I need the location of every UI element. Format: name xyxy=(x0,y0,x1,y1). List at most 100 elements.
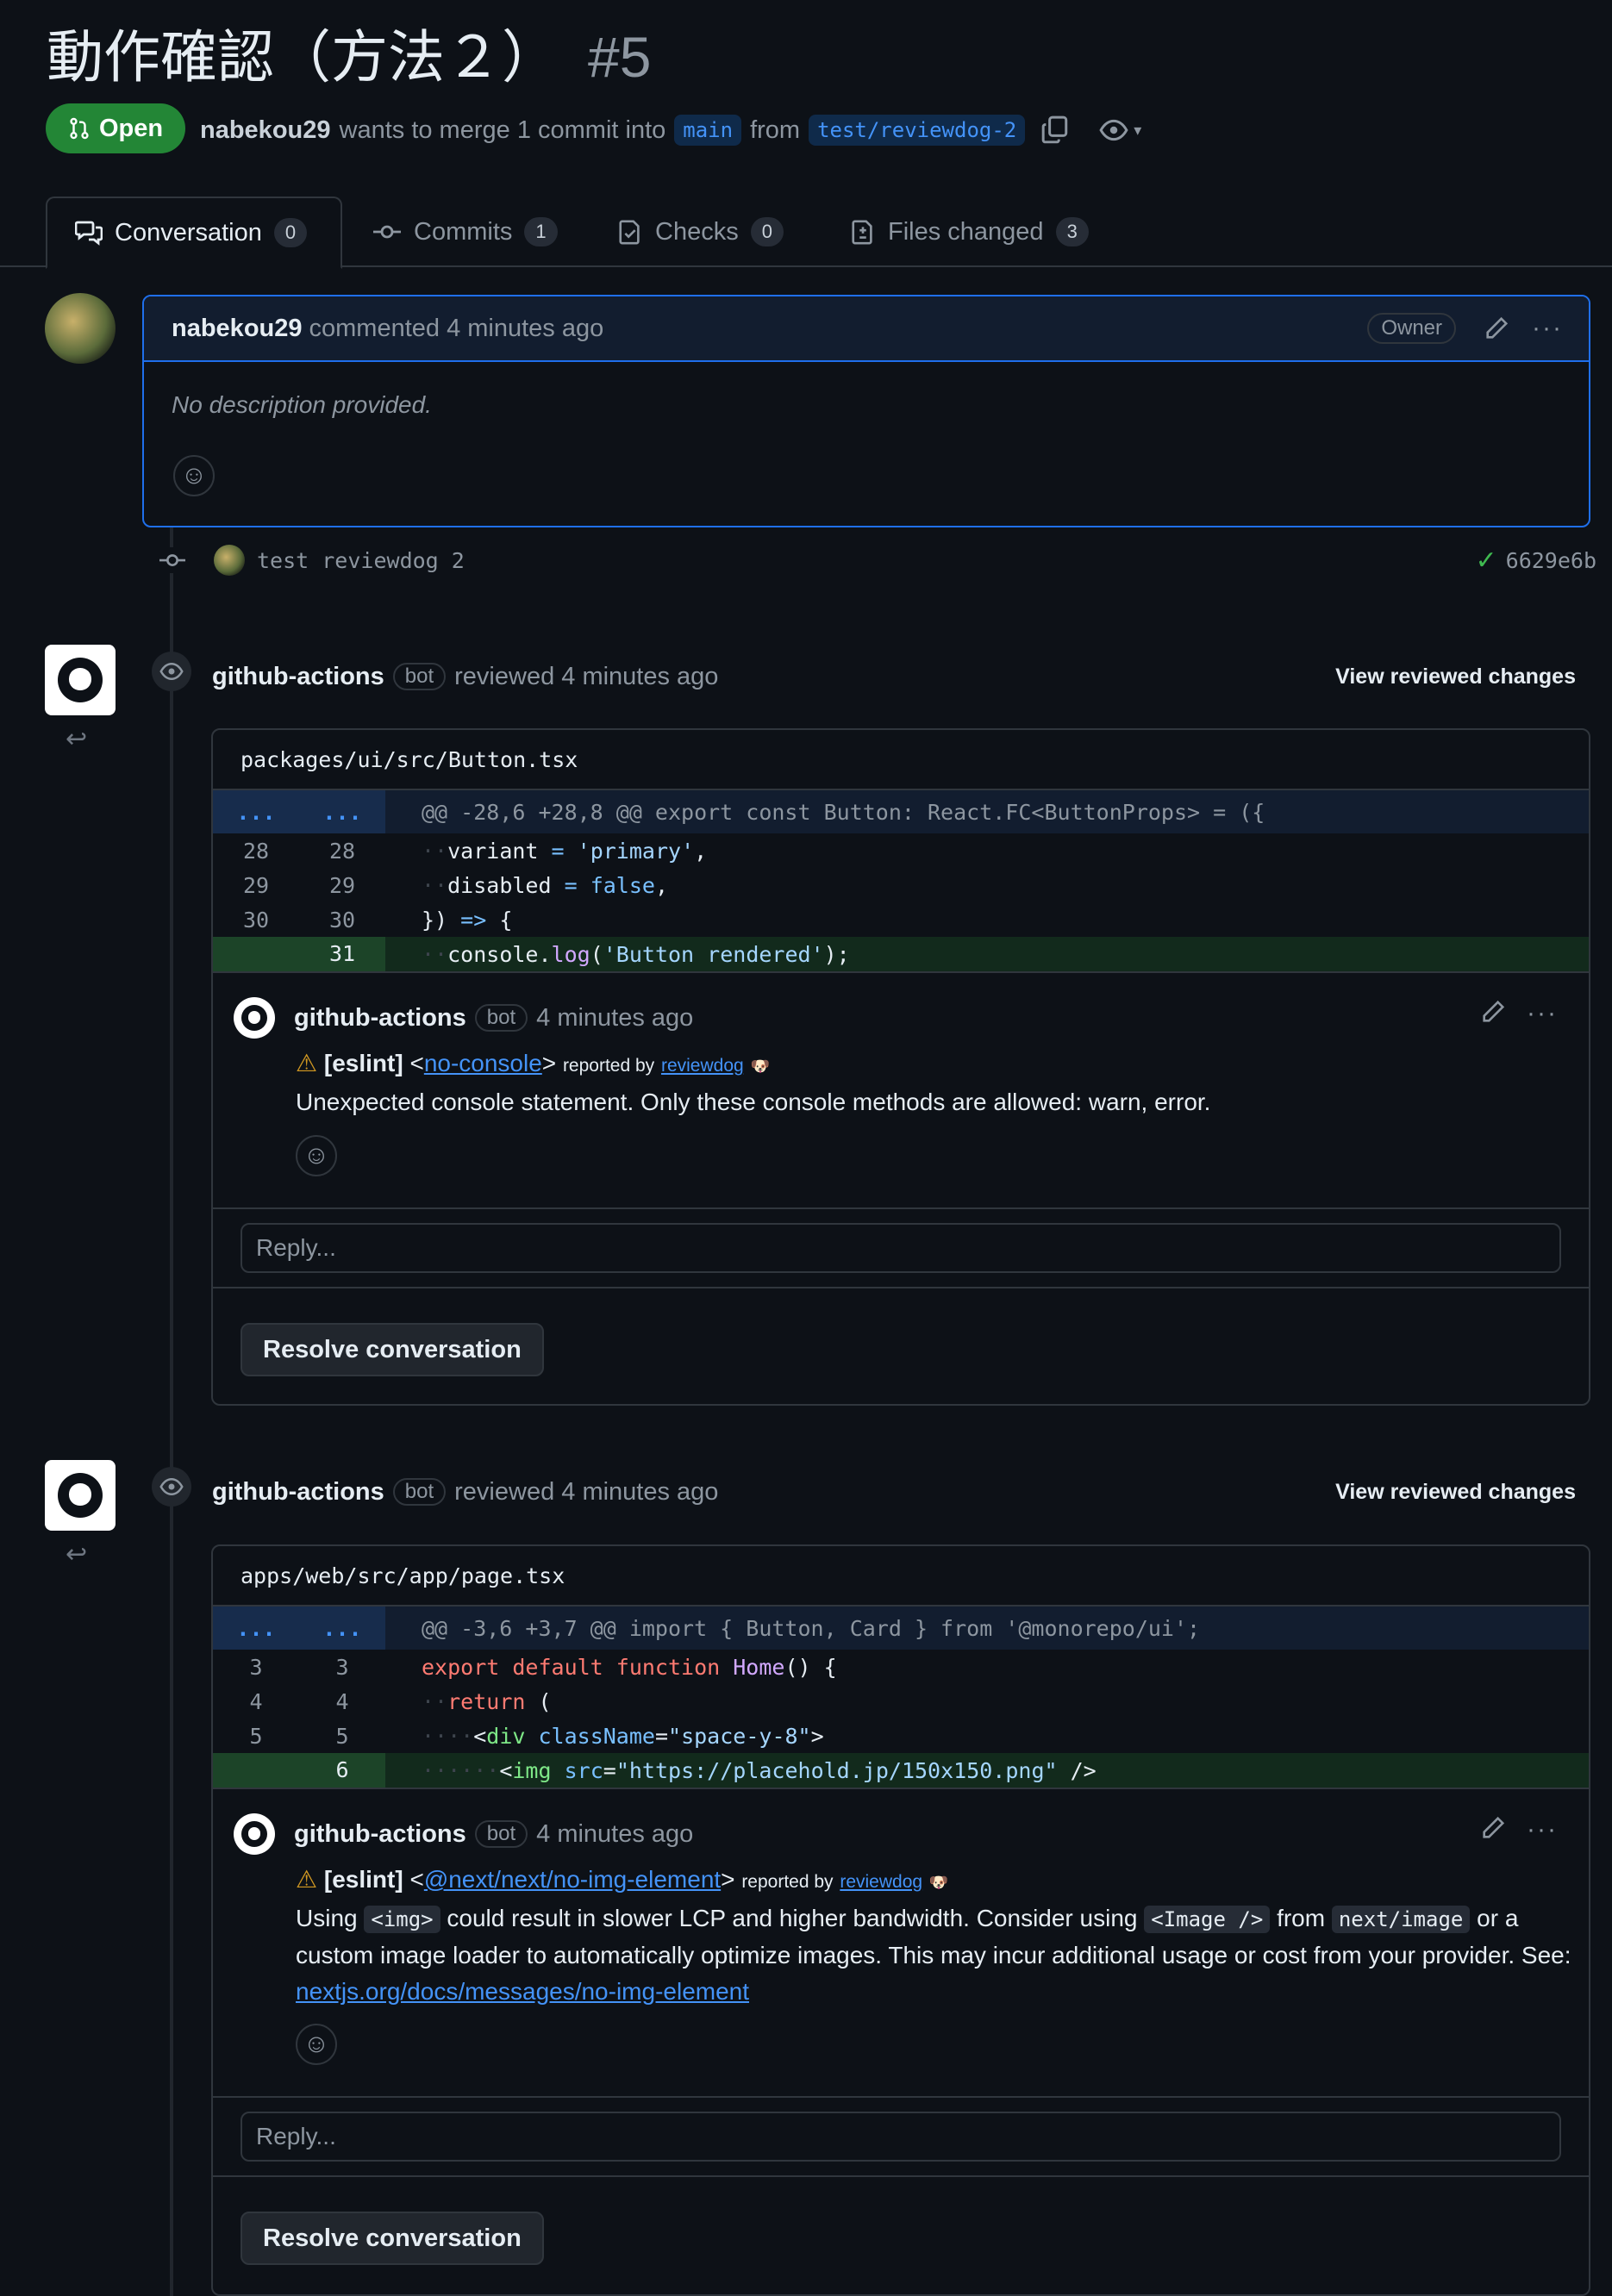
pr-state-badge: Open xyxy=(46,103,185,153)
comment-author[interactable]: github-actions xyxy=(294,1004,466,1033)
file-path[interactable]: packages/ui/src/Button.tsx xyxy=(213,730,1589,790)
git-commit-icon xyxy=(157,547,188,573)
github-actions-avatar[interactable] xyxy=(45,1460,116,1531)
inline-code: <Image /> xyxy=(1144,1906,1271,1933)
line-number-new[interactable]: 4 xyxy=(299,1689,385,1714)
eye-review-icon xyxy=(152,652,191,691)
rule-link[interactable]: no-console xyxy=(424,1050,542,1076)
reviewdog-link[interactable]: reviewdog xyxy=(840,1872,922,1892)
line-number-old[interactable]: 29 xyxy=(213,873,299,898)
pencil-icon[interactable] xyxy=(1484,315,1509,341)
kebab-menu-icon[interactable]: ··· xyxy=(1532,314,1563,343)
review-comment: github-actions bot 4 minutes ago ··· ⚠ [… xyxy=(213,973,1589,1207)
hunk-text: @@ -3,6 +3,7 @@ import { Button, Card } … xyxy=(422,1615,1201,1641)
expand-button[interactable]: ...... xyxy=(213,790,385,833)
comment-actions: ··· xyxy=(1480,1815,1558,1844)
reply-arrow-icon: ↩ xyxy=(66,1540,88,1569)
review-action: reviewed 4 minutes ago xyxy=(454,662,719,690)
line-number-old[interactable]: 30 xyxy=(213,908,299,933)
comment-message: Using <img> could result in slower LCP a… xyxy=(296,1900,1571,2010)
comment-time[interactable]: 4 minutes ago xyxy=(536,1820,693,1849)
diff-line-added: 6 ······<img src="https://placehold.jp/15… xyxy=(213,1753,1589,1788)
line-number-old[interactable]: 4 xyxy=(213,1689,299,1714)
rule-link[interactable]: @next/next/no-img-element xyxy=(424,1866,721,1893)
description-action: commented 4 minutes ago xyxy=(309,314,604,342)
commit-author-avatar[interactable] xyxy=(214,545,245,576)
kebab-menu-icon[interactable]: ··· xyxy=(1527,999,1558,1028)
comment-avatar[interactable] xyxy=(234,997,275,1039)
diff-line: 4 4 ··return ( xyxy=(213,1684,1589,1719)
pr-author-link[interactable]: nabekou29 xyxy=(200,116,331,145)
line-number-old[interactable]: 5 xyxy=(213,1724,299,1749)
review-thread: packages/ui/src/Button.tsx ...... @@ -28… xyxy=(211,728,1590,1406)
watch-dropdown[interactable]: ▾ xyxy=(1099,115,1141,145)
tab-files-changed[interactable]: Files changed 3 xyxy=(850,197,1089,267)
reviewdog-link[interactable]: reviewdog xyxy=(661,1056,744,1076)
commit-row: test reviewdog 2 ✓ 6629e6b xyxy=(157,543,1596,577)
docs-link[interactable]: nextjs.org/docs/messages/no-img-element xyxy=(296,1978,749,2005)
reply-arrow-icon: ↩ xyxy=(66,725,88,753)
reported-by-text: reported by xyxy=(562,1056,655,1076)
dog-icon: 🐶 xyxy=(928,1874,949,1891)
tab-checks[interactable]: Checks 0 xyxy=(617,197,784,267)
line-number-new[interactable]: 5 xyxy=(299,1724,385,1749)
commit-message[interactable]: test reviewdog 2 xyxy=(257,548,465,573)
head-branch[interactable]: test/reviewdog-2 xyxy=(809,115,1026,146)
dog-icon: 🐶 xyxy=(750,1058,770,1075)
comment-message: Unexpected console statement. Only these… xyxy=(296,1089,1211,1115)
line-number-old[interactable]: 28 xyxy=(213,839,299,864)
pencil-icon[interactable] xyxy=(1480,999,1506,1025)
description-author[interactable]: nabekou29 xyxy=(172,315,303,343)
tab-commits[interactable]: Commits 1 xyxy=(372,197,558,267)
diff-hunk-header: ...... @@ -28,6 +28,8 @@ export const Bu… xyxy=(213,790,1589,833)
line-number-old[interactable]: 3 xyxy=(213,1655,299,1680)
reply-input[interactable]: Reply... xyxy=(241,2112,1561,2162)
line-number-new[interactable]: 28 xyxy=(299,839,385,864)
comment-avatar[interactable] xyxy=(234,1813,275,1855)
line-number-old[interactable] xyxy=(213,1753,299,1788)
expand-button[interactable]: ...... xyxy=(213,1607,385,1650)
hunk-gutter-left: ... xyxy=(236,1615,276,1641)
line-number-new[interactable]: 3 xyxy=(299,1655,385,1680)
reply-input[interactable]: Reply... xyxy=(241,1223,1561,1273)
author-avatar[interactable] xyxy=(45,293,116,364)
diff-line: 28 28 ··variant = 'primary', xyxy=(213,833,1589,868)
kebab-menu-icon[interactable]: ··· xyxy=(1527,1815,1558,1844)
message-part: from xyxy=(1277,1905,1326,1931)
comment-author[interactable]: github-actions xyxy=(294,1820,466,1849)
tab-conversation-label: Conversation xyxy=(115,218,262,246)
github-actions-avatar[interactable] xyxy=(45,645,116,715)
base-branch[interactable]: main xyxy=(674,115,742,146)
resolve-conversation-button[interactable]: Resolve conversation xyxy=(241,1323,544,1376)
eye-icon xyxy=(1099,119,1128,141)
line-number-new[interactable]: 31 xyxy=(299,937,385,971)
view-reviewed-changes-link[interactable]: View reviewed changes xyxy=(1335,664,1576,689)
commit-sha[interactable]: 6629e6b xyxy=(1506,548,1596,573)
copy-icon[interactable] xyxy=(1040,115,1070,145)
diff-line: 5 5 ····<div className="space-y-8"> xyxy=(213,1719,1589,1753)
resolve-conversation-button[interactable]: Resolve conversation xyxy=(241,2212,544,2265)
add-reaction-button[interactable]: ☺ xyxy=(296,2024,337,2065)
file-path[interactable]: apps/web/src/app/page.tsx xyxy=(213,1546,1589,1607)
line-number-new[interactable]: 30 xyxy=(299,908,385,933)
owner-badge: Owner xyxy=(1367,313,1457,344)
add-reaction-button[interactable]: ☺ xyxy=(173,455,215,496)
pencil-icon[interactable] xyxy=(1480,1815,1506,1841)
comment-time[interactable]: 4 minutes ago xyxy=(536,1004,693,1033)
check-icon[interactable]: ✓ xyxy=(1476,546,1497,576)
tab-files-changed-count: 3 xyxy=(1055,217,1089,246)
pr-tabs: Conversation 0 Commits 1 Checks 0 Files … xyxy=(0,197,1612,269)
review-author[interactable]: github-actions xyxy=(212,1478,384,1507)
line-number-new[interactable]: 6 xyxy=(299,1753,385,1788)
description-text: No description provided. xyxy=(172,391,432,418)
line-number-old[interactable] xyxy=(213,937,299,971)
review-author[interactable]: github-actions xyxy=(212,663,384,691)
add-reaction-button[interactable]: ☺ xyxy=(296,1135,337,1176)
line-number-new[interactable]: 29 xyxy=(299,873,385,898)
hunk-gutter-right: ... xyxy=(322,799,362,825)
diff-hunk-header: ...... @@ -3,6 +3,7 @@ import { Button, … xyxy=(213,1607,1589,1650)
view-reviewed-changes-link[interactable]: View reviewed changes xyxy=(1335,1480,1576,1505)
tab-conversation[interactable]: Conversation 0 xyxy=(46,197,342,269)
comment-actions: ··· xyxy=(1480,999,1558,1028)
pull-request-icon xyxy=(70,117,89,140)
